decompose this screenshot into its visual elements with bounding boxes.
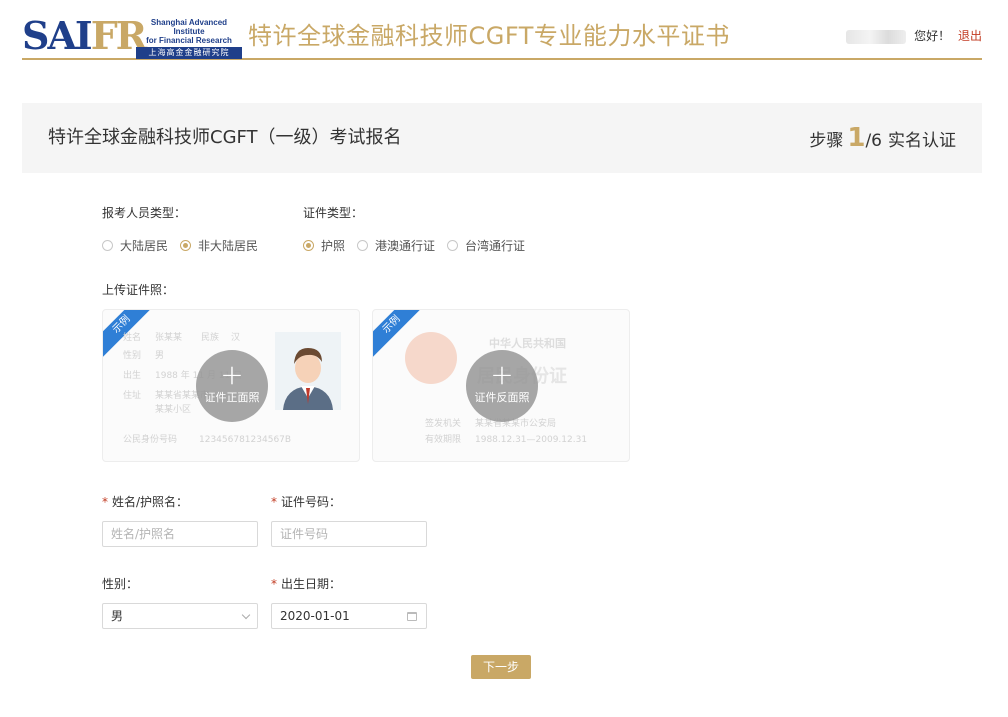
sample-name-label: 姓名 (123, 333, 142, 343)
logout-link[interactable]: 退出 (958, 29, 982, 43)
blurred-username (846, 29, 907, 44)
required-asterisk: * (271, 577, 277, 591)
applicant-type-label: 报考人员类型： (102, 206, 187, 220)
sample-sex-value: 男 (155, 351, 165, 361)
sample-id-value: 123456781234567B (199, 435, 292, 445)
national-emblem-icon (405, 332, 457, 384)
id-type-radio-group: 护照 港澳通行证 台湾通行证 (303, 237, 537, 254)
chevron-down-icon (241, 610, 251, 620)
radio-mainland-resident[interactable]: 大陆居民 (102, 237, 168, 254)
birth-date-picker[interactable]: 2020-01-01 (271, 603, 427, 629)
greeting-text: 您好！ (914, 29, 951, 43)
logo-subtitle: Shanghai Advanced Institute for Financia… (136, 18, 242, 59)
id-front-upload-card[interactable]: 示例 姓名 张某某 民族 汉 性别 男 出生 1988 年 11 月 11 日 … (102, 309, 360, 462)
applicant-type-radio-group: 大陆居民 非大陆居民 (102, 237, 270, 254)
step-current: 1 (847, 123, 866, 153)
name-label-text: 姓名/护照名： (112, 495, 189, 509)
plus-icon: + (220, 358, 244, 391)
plus-icon: + (490, 358, 514, 391)
sample-birth-label: 出生 (123, 371, 142, 381)
id-number-field-label: * 证件号码： (271, 494, 341, 510)
radio-label: 护照 (321, 239, 346, 253)
sample-valid-value: 1988.12.31—2009.12.31 (475, 435, 588, 445)
logo-chinese: 上海高金金融研究院 (136, 47, 242, 59)
step-indicator: 步骤 1/6 实名认证 (809, 121, 956, 158)
radio-circle (447, 240, 459, 251)
step-name: 实名认证 (888, 131, 956, 151)
radio-circle (102, 240, 113, 251)
upload-front-label: 证件正面照 (204, 391, 260, 404)
radio-circle-checked (303, 240, 314, 251)
sample-ethnic-label: 民族 (201, 333, 220, 343)
sample-authority-value: 某某省某某市公安局 (475, 419, 557, 429)
gender-select[interactable]: 男 (102, 603, 258, 629)
logo-english-line2: for Financial Research (146, 36, 232, 45)
radio-taiwan-permit[interactable]: 台湾通行证 (447, 237, 525, 254)
step-total: /6 (865, 131, 882, 151)
birth-date-field-label: * 出生日期： (271, 576, 341, 592)
upload-back-label: 证件反面照 (474, 391, 530, 404)
gender-field-label: 性别： (102, 577, 139, 591)
sample-name-value: 张某某 (155, 333, 183, 343)
birth-date-value: 2020-01-01 (280, 609, 350, 623)
sample-authority-label: 签发机关 (425, 419, 462, 429)
birth-date-label-text: 出生日期： (281, 577, 342, 591)
user-area: 您好！ 退出 (846, 28, 982, 44)
site-header: SAIFR Shanghai Advanced Institute for Fi… (22, 14, 982, 60)
next-step-button[interactable]: 下一步 (471, 655, 531, 679)
sample-portrait-photo (275, 332, 341, 410)
gender-selected-value: 男 (111, 609, 124, 623)
step-prefix: 步骤 (809, 131, 844, 151)
sample-sex-label: 性别 (123, 351, 142, 361)
upload-id-label: 上传证件照： (102, 283, 175, 297)
person-avatar-icon (275, 332, 341, 410)
upload-back-button[interactable]: + 证件反面照 (466, 350, 538, 422)
id-type-label: 证件类型： (303, 206, 364, 220)
radio-circle (357, 240, 369, 251)
radio-non-mainland-resident[interactable]: 非大陆居民 (180, 237, 258, 254)
sample-id-label: 公民身份号码 (123, 435, 178, 445)
radio-circle-checked (180, 240, 192, 251)
id-number-label-text: 证件号码： (281, 495, 342, 509)
site-title: 特许全球金融科技师CGFT专业能力水平证书 (248, 22, 730, 50)
sample-ethnic-value: 汉 (231, 333, 241, 343)
sample-address-line2: 某某小区 (155, 405, 192, 415)
radio-passport[interactable]: 护照 (303, 237, 345, 254)
required-asterisk: * (102, 495, 108, 509)
sample-country: 中华人民共和国 (489, 337, 566, 350)
saifr-logo[interactable]: SAIFR Shanghai Advanced Institute for Fi… (22, 13, 242, 59)
required-asterisk: * (271, 495, 277, 509)
page: SAIFR Shanghai Advanced Institute for Fi… (0, 0, 1008, 717)
radio-label: 港澳通行证 (375, 239, 436, 253)
radio-label: 大陆居民 (120, 239, 169, 253)
name-input[interactable] (102, 521, 258, 547)
id-number-input[interactable] (271, 521, 427, 547)
radio-label: 非大陆居民 (198, 239, 259, 253)
id-back-upload-card[interactable]: 示例 中华人民共和国 居民身份证 签发机关 某某省某某市公安局 有效期限 198… (372, 309, 630, 462)
calendar-icon[interactable] (407, 612, 417, 621)
logo-english-line1: Shanghai Advanced Institute (150, 18, 228, 36)
logo-mark: SAIFR (22, 13, 147, 58)
sample-valid-label: 有效期限 (425, 435, 462, 445)
radio-hk-macau-permit[interactable]: 港澳通行证 (357, 237, 435, 254)
name-field-label: * 姓名/护照名： (102, 494, 188, 510)
page-title: 特许全球金融科技师CGFT（一级）考试报名 (48, 127, 402, 148)
sample-address-label: 住址 (123, 391, 142, 401)
upload-front-button[interactable]: + 证件正面照 (196, 350, 268, 422)
radio-label: 台湾通行证 (465, 239, 526, 253)
step-banner: 特许全球金融科技师CGFT（一级）考试报名 步骤 1/6 实名认证 (22, 103, 982, 173)
